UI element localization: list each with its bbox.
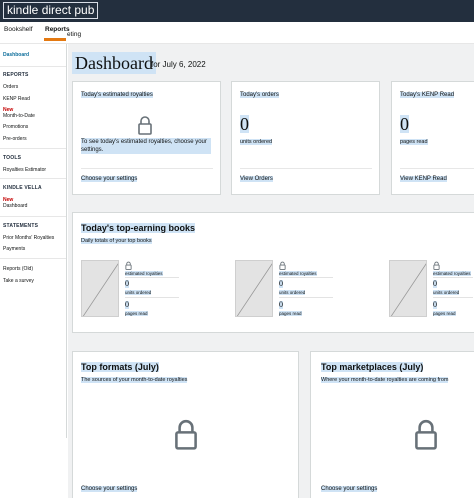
book-placeholder-icon (81, 260, 119, 317)
sidebar-item-orders[interactable]: Orders (3, 84, 18, 90)
card-title: Today's KENP Read (400, 92, 455, 98)
row-divider (125, 277, 179, 278)
sidebar-item-dashboard[interactable]: Dashboard (3, 52, 29, 58)
sidebar-item-royalties-estimator[interactable]: Royalties Estimator (3, 167, 46, 173)
lock-icon (125, 261, 132, 270)
sidebar-item-kenp-read[interactable]: KENP Read (3, 96, 30, 102)
top-earning-books-section: Today's top-earning books Daily totals o… (72, 212, 474, 333)
secondary-nav: Bookshelf Reports eting (0, 22, 474, 44)
card-title: Today's estimated royalties (81, 92, 153, 98)
card-todays-kenp-read: Today's KENP Read 0 pages read View KENP… (391, 81, 474, 195)
sidebar-item-take-survey[interactable]: Take a survey (3, 278, 34, 284)
book-royalties-label: estimated royalties (433, 271, 471, 276)
sidebar-heading-statements: STATEMENTS (3, 223, 39, 229)
book-units-value: 0 (433, 279, 437, 288)
card-divider (81, 168, 213, 169)
tab-marketing-partial[interactable]: eting (67, 31, 81, 38)
tab-reports[interactable]: Reports (45, 26, 70, 33)
lock-icon (279, 261, 286, 270)
row-divider (279, 277, 333, 278)
section-title: Top marketplaces (July) (321, 362, 424, 372)
top-bar: kindle direct pub (0, 0, 474, 22)
view-orders-link[interactable]: View Orders (240, 176, 273, 182)
book-pages-label: pages read (125, 311, 148, 316)
sidebar-item-payments[interactable]: Payments (3, 246, 25, 252)
section-title: Top formats (July) (81, 362, 159, 372)
kenp-count: 0 (400, 114, 409, 134)
sidebar-item-reports-old[interactable]: Reports (Old) (3, 266, 33, 272)
sidebar-item-month-to-date[interactable]: Month-to-Date (3, 113, 35, 119)
active-tab-indicator (44, 38, 66, 41)
view-kenp-link[interactable]: View KENP Read (400, 176, 447, 182)
sidebar-divider (0, 66, 66, 67)
sidebar-heading-reports: REPORTS (3, 72, 29, 78)
book-pages-label: pages read (433, 311, 456, 316)
tab-bookshelf[interactable]: Bookshelf (4, 26, 33, 33)
lock-icon (175, 419, 197, 450)
row-divider (433, 277, 473, 278)
card-divider (400, 168, 474, 169)
sidebar: Dashboard REPORTS Orders KENP Read New M… (0, 44, 67, 438)
book-royalties-label: estimated royalties (279, 271, 317, 276)
book-royalties-label: estimated royalties (125, 271, 163, 276)
book-placeholder-icon (235, 260, 273, 317)
sidebar-divider (0, 178, 66, 179)
book-units-value: 0 (125, 279, 129, 288)
kdp-logo[interactable]: kindle direct pub (3, 2, 99, 19)
sidebar-item-prior-months-royalties[interactable]: Prior Months' Royalties (3, 235, 54, 241)
choose-settings-link[interactable]: Choose your settings (81, 176, 138, 182)
section-subtitle: Daily totals of your top books (81, 238, 152, 244)
sidebar-divider (0, 148, 66, 149)
row-divider (279, 297, 333, 298)
sidebar-item-vella-dashboard[interactable]: Dashboard (3, 203, 27, 209)
top-formats-section: Top formats (July) The sources of your m… (72, 351, 299, 498)
sidebar-heading-kindle-vella: KINDLE VELLA (3, 185, 42, 191)
sidebar-item-pre-orders[interactable]: Pre-orders (3, 136, 27, 142)
book-units-label: units ordered (125, 290, 152, 295)
book-units-label: units ordered (433, 290, 460, 295)
row-divider (125, 297, 179, 298)
book-pages-value: 0 (125, 300, 129, 309)
choose-settings-link[interactable]: Choose your settings (81, 486, 138, 492)
page-title: Dashboard (72, 52, 156, 74)
page-date: for July 6, 2022 (151, 60, 206, 69)
sidebar-heading-tools: TOOLS (3, 155, 22, 161)
sidebar-item-promotions[interactable]: Promotions (3, 124, 28, 130)
orders-count: 0 (240, 114, 249, 134)
row-divider (433, 297, 473, 298)
book-placeholder-icon (389, 260, 427, 317)
top-marketplaces-section: Top marketplaces (July) Where your month… (310, 351, 474, 498)
sidebar-divider (0, 258, 66, 259)
royalties-message: To see today's estimated royalties, choo… (81, 138, 211, 154)
book-pages-value: 0 (433, 300, 437, 309)
book-pages-label: pages read (279, 311, 302, 316)
book-units-label: units ordered (279, 290, 306, 295)
book-pages-value: 0 (279, 300, 283, 309)
section-subtitle: Where your month-to-date royalties are c… (321, 377, 449, 383)
book-units-value: 0 (279, 279, 283, 288)
section-subtitle: The sources of your month-to-date royalt… (81, 377, 188, 383)
kenp-unit-label: pages read (400, 139, 428, 145)
section-title: Today's top-earning books (81, 223, 195, 233)
orders-unit-label: units ordered (240, 139, 273, 145)
card-title: Today's orders (240, 92, 279, 98)
choose-settings-link[interactable]: Choose your settings (321, 486, 378, 492)
card-divider (240, 168, 372, 169)
card-estimated-royalties: Today's estimated royalties To see today… (72, 81, 221, 195)
card-todays-orders: Today's orders 0 units ordered View Orde… (231, 81, 380, 195)
lock-icon (138, 116, 152, 135)
lock-icon (415, 419, 437, 450)
sidebar-divider (0, 216, 66, 217)
lock-icon (433, 261, 440, 270)
